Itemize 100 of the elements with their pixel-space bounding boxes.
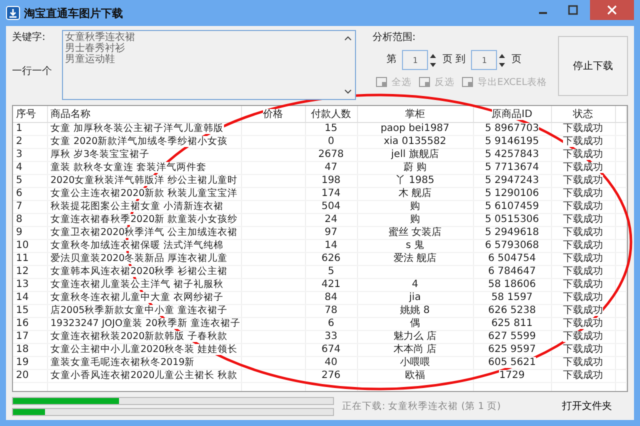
table-cell: 下载成功 [563,174,603,186]
table-cell: 40 [324,356,338,368]
table-cell: 购 [410,200,420,212]
table-cell: 1729 [499,370,525,381]
table-cell: paop bei1987 [380,122,450,134]
table-cell: 2020女童秋装洋气韩版洋 纱公主裙儿童时 [50,174,238,186]
table-cell: 6 [328,318,334,329]
table-cell: 14 [16,292,29,303]
table-cell: 19323247 JOJO童装 20秋季新 童连衣裙子 [50,318,240,329]
table-cell: 木 舰店 [398,188,432,199]
column-header[interactable]: 价格 [263,108,283,120]
table-cell: jia [409,292,421,303]
table-cell: 欧福 [405,370,425,381]
table-cell: 下载成功 [563,188,603,199]
keyword-field[interactable]: 女童秋季连衣裙 男士春秀衬衫 男童运动鞋 [62,30,356,100]
table-cell: 下载成功 [563,344,603,355]
table-cell: 674 [321,344,341,355]
table-cell: 625 9597 [488,344,536,355]
table-cell: 5 9146195 [484,136,540,147]
column-header[interactable]: 原商品ID [492,108,532,120]
table-cell: 13 [16,278,29,290]
table-cell: 女童连衣裙儿童装公主洋气 裙子礼服秋 [50,278,224,290]
table-cell: 女童连衣裙秋装2020新款韩版 子春秋款 [50,330,228,342]
download-icon [6,6,20,20]
table-cell: 3 [16,148,22,160]
table-cell: 下载成功 [563,122,603,134]
table-cell: 下载成功 [563,226,603,238]
table-cell: 店2005秋季新款女童中小童 童连衣裙子 [50,304,228,316]
table-cell: 5 2949618 [484,226,540,238]
table-cell: 下载成功 [563,136,603,147]
table-cell: 5 7713674 [484,162,540,173]
table-cell: 84 [324,292,338,303]
table-cell: 20 [16,370,29,381]
table-cell: 2 [16,136,22,147]
table-cell: 627 5599 [488,330,536,342]
table-cell: 姚姚 8 [400,304,430,316]
column-header[interactable]: 掌柜 [405,108,425,120]
table-cell: 24 [324,214,338,225]
table-cell: 626 5238 [488,304,536,316]
column-header[interactable]: 状态 [573,108,593,120]
table-cell: 购 [410,214,420,225]
keyword-line: 女童秋季连衣裙 [65,32,135,43]
table-cell: 下载成功 [563,318,603,329]
table-cell: xia 0135582 [384,136,446,147]
table-cell: 女童秋冬加绒连衣裙保暖 法式洋气纯棉 [50,240,224,251]
table-cell: 丫 1985 [396,174,434,186]
table-cell: 4 [16,162,22,173]
table-cell: 7 [16,200,22,212]
open-folder-button[interactable]: 打开文件夹 [556,398,618,414]
table-cell: 爱法 舰店 [393,252,437,264]
table-cell: 魅力么 店 [393,330,437,342]
close-icon[interactable] [607,5,617,15]
table-cell: 6 504754 [488,252,536,264]
table-cell: 女童公主连衣裙2020新款 秋装儿童宝宝洋 [50,188,238,199]
table-cell: 5 1290106 [484,188,540,199]
table-cell: 58 1597 [491,292,533,303]
column-header[interactable]: 序号 [16,108,36,120]
column-header[interactable]: 商品名称 [50,108,90,120]
table-cell: 5 4257843 [484,148,540,160]
table-cell: 11 [16,252,29,264]
table-cell: 下载成功 [563,304,603,316]
table-cell: jell 旗舰店 [391,148,439,160]
table-cell: s 鬼 [406,240,424,251]
table-cell: 5 [328,266,334,277]
table-cell: 2678 [318,148,344,160]
table-cell: 女童韩本风连衣裙2020秋季 衫裙公主裙 [50,266,228,277]
table-cell: 下载成功 [563,266,603,277]
table-cell: 下载成功 [563,240,603,251]
table-cell: 9 [16,226,22,238]
table-cell: 19 [16,356,29,368]
column-header[interactable]: 付款人数 [311,108,351,120]
table-cell: 下载成功 [563,278,603,290]
table-cell: 174 [321,188,341,199]
page-to-label: 页 到 [442,54,466,66]
table-cell: 6 [16,188,22,199]
table-cell: 下载成功 [563,356,603,368]
table-cell: 秋装提花图案公主裙女童 小清新连衣裙 [50,200,224,212]
stop-download-button[interactable]: 停止下载 [558,36,628,96]
table-cell: 下载成功 [563,148,603,160]
table-cell: 97 [324,226,338,238]
table-cell: 下载成功 [563,252,603,264]
scroll-down-icon[interactable] [344,89,352,95]
scroll-up-icon[interactable] [344,35,352,41]
page-suffix: 页 [511,54,522,66]
keyword-line: 男士春秀衬衫 [65,43,125,54]
table-cell: 8 [16,214,22,225]
table-cell: 198 [321,174,341,186]
maximize-icon[interactable] [568,5,578,15]
table-cell: 5 6107459 [484,200,540,212]
table-cell: 女童秋冬连衣裙儿童中大童 衣网纱裙子 [50,292,224,303]
table-cell: 偶 [410,318,420,329]
table-cell: 6 5793068 [484,240,540,251]
table-cell: 4 [412,278,418,290]
table-cell: 蜜丝 女装店 [388,226,442,238]
close-button[interactable] [590,0,634,20]
window-title: 淘宝直通车图片下载 [24,6,123,20]
table-cell: 47 [324,162,338,173]
table-cell: 木本尚 店 [393,344,437,355]
table-cell: 女童公主裙中小儿童2020秋冬装 娃娃领长 [50,344,238,355]
table-cell: 童装 款秋冬女童连 套装洋气两件套 [50,162,207,173]
